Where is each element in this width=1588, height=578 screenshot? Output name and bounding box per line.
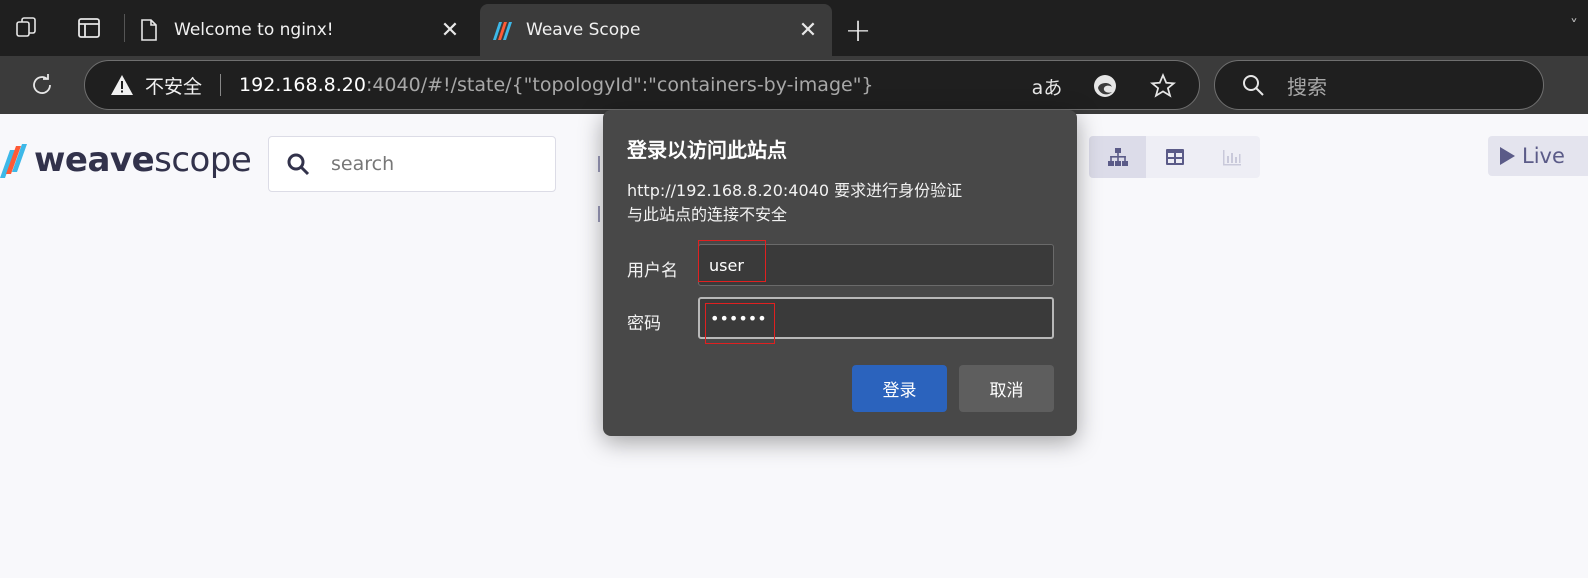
play-icon bbox=[1500, 147, 1515, 165]
password-label: 密码 bbox=[627, 314, 661, 334]
address-bar-actions: aあ bbox=[1029, 69, 1181, 103]
cancel-button[interactable]: 取消 bbox=[959, 365, 1054, 412]
tab-separator bbox=[124, 14, 125, 42]
table-view-button[interactable] bbox=[1146, 136, 1203, 178]
warning-icon[interactable] bbox=[109, 72, 135, 98]
address-bar[interactable]: 不安全 192.168.8.20 :4040/#!/state/{"topolo… bbox=[84, 60, 1200, 110]
auth-dialog: 登录以访问此站点 http://192.168.8.20:4040 要求进行身份… bbox=[603, 110, 1077, 436]
logo-mark-icon bbox=[0, 144, 27, 178]
login-button[interactable]: 登录 bbox=[852, 365, 947, 412]
reload-icon[interactable] bbox=[26, 69, 58, 101]
read-aloud-icon[interactable]: aあ bbox=[1029, 69, 1065, 103]
view-mode-switch bbox=[1089, 136, 1260, 178]
new-tab-icon[interactable]: + bbox=[840, 11, 876, 49]
dialog-message: http://192.168.8.20:4040 要求进行身份验证 bbox=[627, 181, 963, 200]
live-button[interactable]: Live bbox=[1488, 136, 1588, 176]
url-host: 192.168.8.20 bbox=[239, 74, 366, 96]
dialog-title: 登录以访问此站点 bbox=[627, 138, 787, 162]
tab-title: Weave Scope bbox=[526, 20, 641, 40]
search-icon bbox=[285, 151, 311, 177]
tab-weave-scope[interactable]: Weave Scope ✕ bbox=[480, 4, 832, 56]
favorite-star-icon[interactable] bbox=[1145, 69, 1181, 103]
browser-tab-bar: Welcome to nginx! ✕ Weave Scope ✕ + ˅ bbox=[0, 0, 1588, 56]
scope-search-box[interactable] bbox=[268, 136, 556, 192]
search-input[interactable] bbox=[329, 152, 529, 176]
weave-scope-favicon bbox=[488, 17, 514, 43]
search-icon bbox=[1239, 71, 1267, 99]
tab-title: Welcome to nginx! bbox=[174, 20, 334, 40]
workspaces-icon[interactable] bbox=[13, 14, 41, 42]
security-label[interactable]: 不安全 bbox=[145, 72, 202, 99]
tab-nginx[interactable]: Welcome to nginx! ✕ bbox=[128, 4, 474, 56]
username-field[interactable] bbox=[698, 244, 1054, 286]
browser-search-box[interactable]: 搜索 bbox=[1214, 60, 1544, 110]
search-placeholder: 搜索 bbox=[1287, 74, 1327, 99]
browser-toolbar: 不安全 192.168.8.20 :4040/#!/state/{"topolo… bbox=[0, 56, 1588, 114]
logo-text: weavescope bbox=[34, 140, 252, 180]
dialog-warning: 与此站点的连接不安全 bbox=[627, 205, 788, 224]
live-label: Live bbox=[1522, 144, 1565, 168]
url-path: :4040/#!/state/{"topologyId":"containers… bbox=[365, 74, 874, 96]
page-icon bbox=[136, 17, 162, 43]
weave-scope-logo[interactable]: weavescope bbox=[0, 138, 252, 182]
resource-view-button[interactable] bbox=[1203, 136, 1260, 178]
username-label: 用户名 bbox=[627, 261, 678, 281]
overflow-indicator: ˅ bbox=[1570, 16, 1578, 35]
edge-icon[interactable] bbox=[1087, 69, 1123, 103]
graph-view-button[interactable] bbox=[1089, 136, 1146, 178]
tab-actions-icon[interactable] bbox=[75, 14, 103, 42]
password-field[interactable] bbox=[698, 297, 1054, 339]
close-icon[interactable]: ✕ bbox=[794, 16, 822, 44]
close-icon[interactable]: ✕ bbox=[436, 16, 464, 44]
address-separator bbox=[220, 74, 222, 96]
